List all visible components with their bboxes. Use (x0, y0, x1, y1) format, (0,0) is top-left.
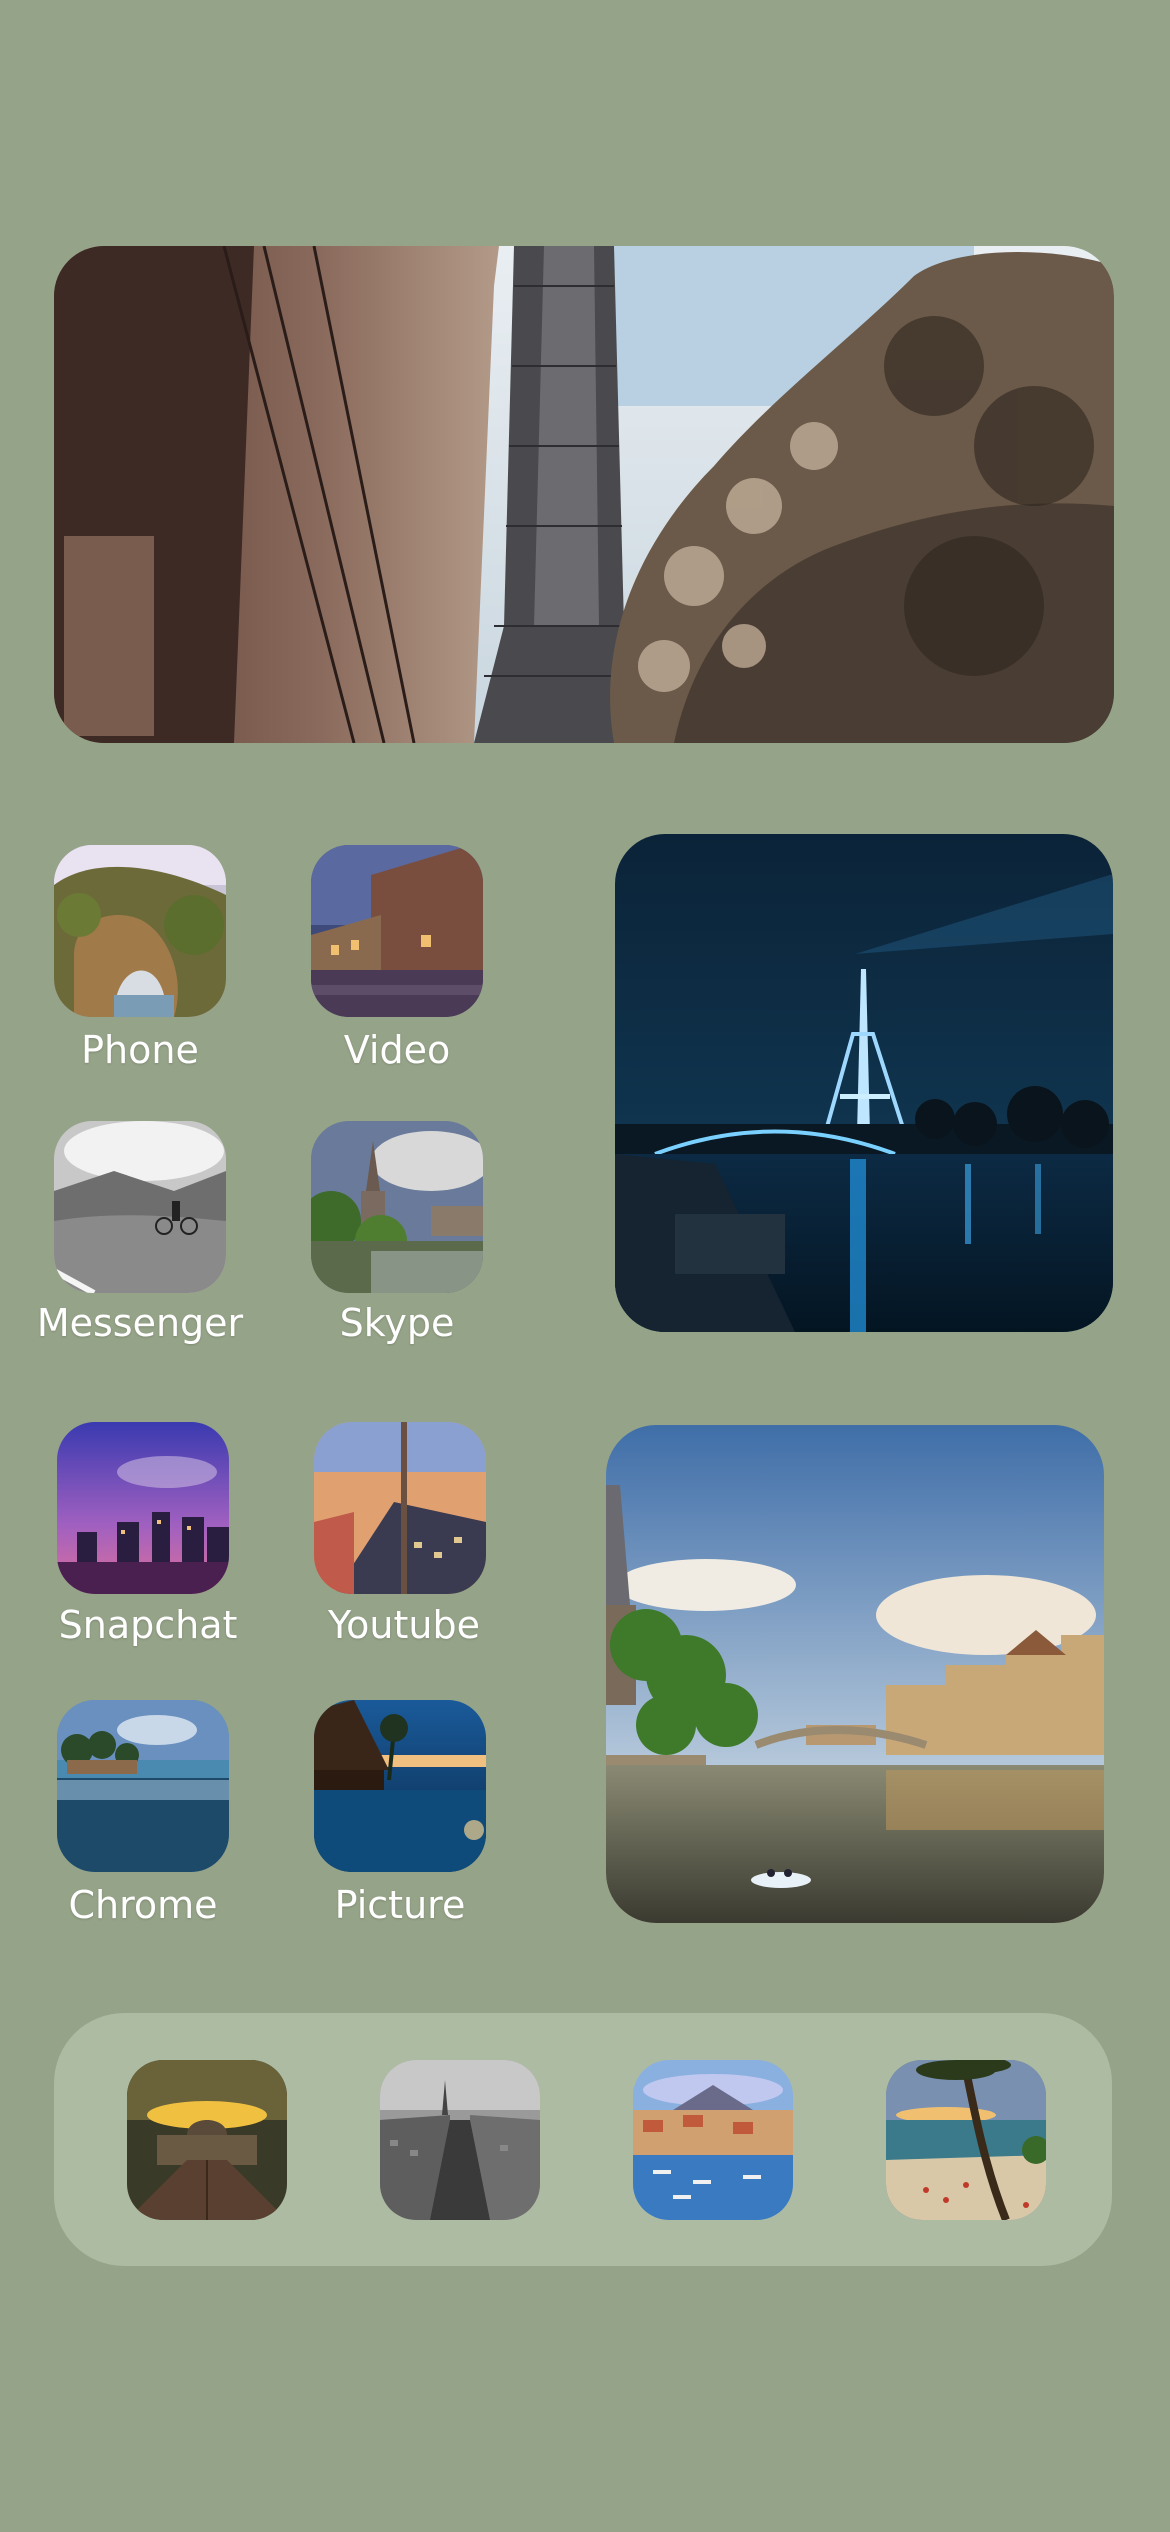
eiffel-tower-night-widget[interactable] (615, 834, 1113, 1332)
dock-app-4-icon[interactable] (886, 2060, 1046, 2220)
phone-app-label: Phone (81, 1028, 199, 1072)
messenger-app-icon[interactable] (54, 1121, 226, 1293)
overwater-bungalow-icon (314, 1700, 486, 1872)
skype-app-icon[interactable] (311, 1121, 483, 1293)
picture-app-icon[interactable] (314, 1700, 486, 1872)
video-app-icon[interactable] (311, 845, 483, 1017)
paris-avenue-bw-icon (380, 2060, 540, 2220)
tropical-lagoon-icon (57, 1700, 229, 1872)
dock (54, 2013, 1112, 2266)
old-town-canal-icon (311, 845, 483, 1017)
eiffel-tower-street-widget[interactable] (54, 246, 1114, 743)
youtube-app-label: Youtube (328, 1603, 480, 1647)
picture-app-label: Picture (334, 1883, 466, 1927)
city-skyline-dusk-icon (57, 1422, 229, 1594)
messenger-app-label: Messenger (36, 1301, 244, 1345)
snapchat-app-label: Snapchat (58, 1603, 238, 1647)
dock-app-2-icon[interactable] (380, 2060, 540, 2220)
rock-arch-icon (54, 845, 226, 1017)
institute-square-sunset-icon (127, 2060, 287, 2220)
paris-rooftops-icon (314, 1422, 486, 1594)
harbor-city-icon (633, 2060, 793, 2220)
eiffel-tower-street-photo (54, 246, 1114, 743)
beach-palm-icon (886, 2060, 1046, 2220)
chrome-app-label: Chrome (68, 1883, 218, 1927)
phone-app-icon[interactable] (54, 845, 226, 1017)
snapchat-app-icon[interactable] (57, 1422, 229, 1594)
river-town-widget[interactable] (606, 1425, 1104, 1923)
dock-app-1-icon[interactable] (127, 2060, 287, 2220)
video-app-label: Video (343, 1028, 451, 1072)
skype-app-label: Skype (339, 1301, 455, 1345)
church-lake-icon (311, 1121, 483, 1293)
dock-app-3-icon[interactable] (633, 2060, 793, 2220)
river-town-photo (606, 1425, 1104, 1923)
eiffel-tower-night-photo (615, 834, 1113, 1332)
chrome-app-icon[interactable] (57, 1700, 229, 1872)
youtube-app-icon[interactable] (314, 1422, 486, 1594)
cyclist-road-icon (54, 1121, 226, 1293)
